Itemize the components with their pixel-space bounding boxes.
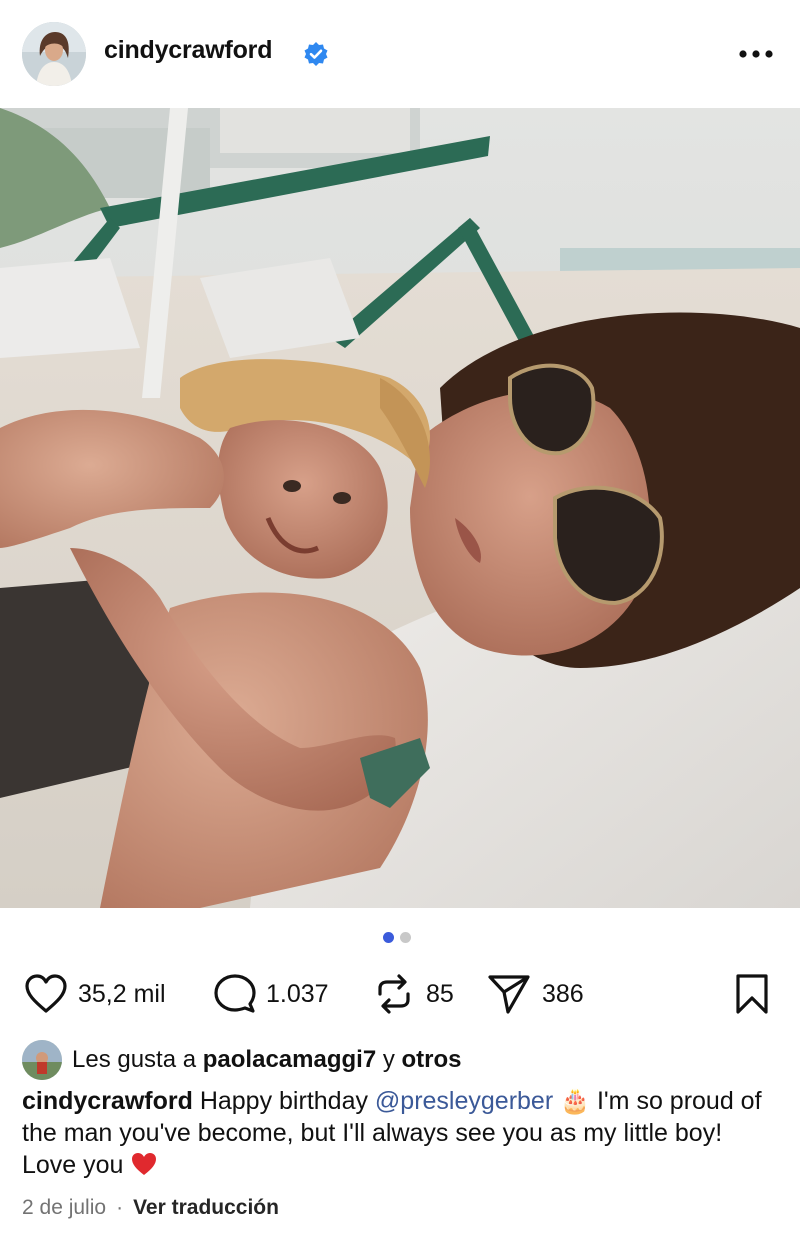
share-icon[interactable] [486,972,532,1016]
bookmark-icon[interactable] [734,972,770,1016]
action-bar: 35,2 mil 1.037 85 386 [0,968,800,1020]
like-count[interactable]: 35,2 mil [78,980,166,1009]
liked-by-middle: y [376,1046,402,1073]
caption-mention[interactable]: @presleygerber [375,1087,553,1115]
profile-avatar[interactable] [22,22,86,86]
comment-count[interactable]: 1.037 [266,980,329,1009]
like-action[interactable]: 35,2 mil [24,968,166,1020]
repost-icon[interactable] [372,972,416,1016]
repost-count[interactable]: 85 [426,980,454,1009]
heart-icon[interactable] [24,973,68,1015]
beach-photo-image [0,108,800,908]
more-horizontal-icon[interactable] [738,49,774,59]
birthday-cake-emoji: 🎂 [560,1087,591,1115]
translate-link[interactable]: Ver traducción [133,1196,279,1220]
comment-action[interactable]: 1.037 [214,968,329,1020]
verified-badge-icon [304,42,328,66]
share-action[interactable]: 386 [486,968,584,1020]
carousel-dot-active[interactable] [383,932,394,943]
bookmark-action[interactable] [734,968,770,1020]
caption-text-1: Happy birthday [192,1087,375,1115]
post-header: cindycrawford [0,0,800,108]
post-photo[interactable] [0,108,800,908]
post-username[interactable]: cindycrawford [104,36,272,65]
repost-action[interactable]: 85 [372,968,454,1020]
carousel-dot[interactable] [400,932,411,943]
share-count[interactable]: 386 [542,980,584,1009]
carousel-indicator [383,932,411,944]
meta-separator: · [116,1196,124,1219]
liked-by-user[interactable]: paolacamaggi7 [203,1046,376,1073]
post-meta: 2 de julio · Ver traducción [22,1196,279,1220]
red-heart-emoji-icon [132,1153,157,1175]
post-caption: cindycrawford Happy birthday @presleyger… [22,1085,782,1181]
post-date: 2 de julio [22,1196,107,1219]
liked-by-others[interactable]: otros [402,1046,462,1073]
caption-username[interactable]: cindycrawford [22,1087,193,1115]
liked-by-prefix: Les gusta a [72,1046,203,1073]
liked-by-row[interactable]: Les gusta a paolacamaggi7 y otros [22,1040,462,1080]
liked-by-avatar[interactable] [22,1040,62,1080]
comment-icon[interactable] [214,973,256,1015]
liked-by-text: Les gusta a paolacamaggi7 y otros [72,1046,462,1074]
